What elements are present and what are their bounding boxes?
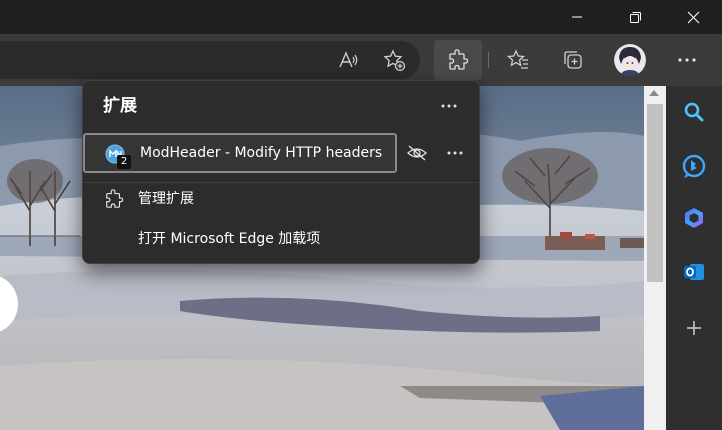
scrollbar-thumb[interactable] bbox=[647, 104, 663, 282]
manage-extensions-label: 管理扩展 bbox=[138, 191, 194, 207]
open-edge-addons-label: 打开 Microsoft Edge 加载项 bbox=[138, 231, 321, 247]
scroll-up-arrow-icon[interactable] bbox=[649, 90, 659, 96]
flyout-title: 扩展 bbox=[103, 96, 137, 116]
add-icon bbox=[687, 321, 701, 335]
sidebar-add-button[interactable] bbox=[678, 312, 710, 344]
extensions-button[interactable] bbox=[434, 40, 482, 80]
copilot-icon bbox=[685, 208, 703, 228]
minimize-icon bbox=[572, 16, 582, 18]
eye-hidden-icon bbox=[407, 145, 427, 161]
sidebar-bing-chat-button[interactable] bbox=[678, 150, 710, 182]
minimize-button[interactable] bbox=[548, 0, 606, 34]
extension-badge: 2 bbox=[117, 155, 131, 169]
read-aloud-icon bbox=[339, 51, 358, 68]
favorites-button[interactable] bbox=[500, 42, 536, 78]
manage-extensions-item[interactable]: 管理扩展 bbox=[83, 179, 479, 219]
add-favorite-button[interactable] bbox=[376, 42, 412, 78]
restore-button[interactable] bbox=[606, 0, 664, 34]
extension-name: ModHeader - Modify HTTP headers bbox=[140, 145, 383, 161]
settings-more-button[interactable] bbox=[669, 42, 705, 78]
title-bar bbox=[0, 0, 722, 34]
read-aloud-button[interactable] bbox=[330, 42, 366, 78]
page-scrollbar[interactable] bbox=[644, 86, 666, 430]
add-favorite-icon bbox=[383, 49, 406, 72]
close-icon bbox=[687, 11, 699, 23]
sidebar-search-button[interactable] bbox=[678, 96, 710, 128]
open-edge-addons-item[interactable]: 打开 Microsoft Edge 加载项 bbox=[83, 219, 479, 259]
more-icon bbox=[678, 58, 696, 62]
collections-button[interactable] bbox=[555, 42, 591, 78]
outlook-icon bbox=[684, 264, 704, 280]
toolbar-divider bbox=[488, 52, 489, 68]
extension-item-modheader[interactable]: 2 ModHeader - Modify HTTP headers bbox=[83, 133, 397, 173]
edge-sidebar bbox=[666, 86, 722, 430]
extensions-puzzle-icon bbox=[103, 188, 125, 210]
extensions-icon bbox=[449, 49, 469, 70]
collections-icon bbox=[564, 51, 582, 69]
profile-avatar[interactable] bbox=[614, 44, 646, 76]
more-icon bbox=[441, 104, 457, 108]
browser-toolbar bbox=[0, 34, 722, 86]
close-button[interactable] bbox=[664, 0, 722, 34]
extension-more-options-button[interactable] bbox=[439, 139, 471, 167]
extensions-flyout: 扩展 2 ModHeader - Modify HTTP headers 管理扩… bbox=[82, 80, 480, 264]
sidebar-outlook-button[interactable] bbox=[678, 256, 710, 288]
flyout-more-options-button[interactable] bbox=[431, 91, 467, 121]
favorites-icon bbox=[506, 49, 528, 69]
restore-icon bbox=[629, 11, 641, 23]
more-icon bbox=[447, 151, 463, 155]
search-icon bbox=[684, 102, 704, 122]
bing-chat-icon bbox=[682, 154, 706, 178]
hide-from-toolbar-button[interactable] bbox=[401, 139, 433, 167]
sidebar-copilot-button[interactable] bbox=[678, 202, 710, 234]
